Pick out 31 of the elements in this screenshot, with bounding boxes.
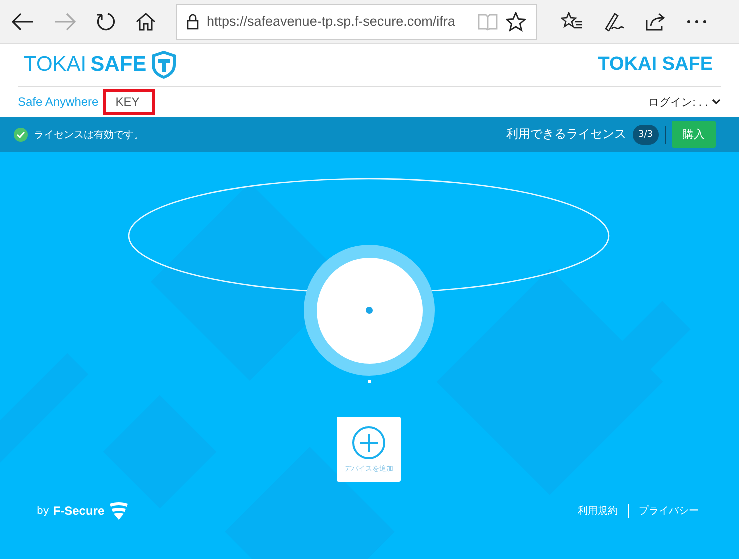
url-text: https://safeavenue-tp.sp.f-secure.com/ifra (207, 14, 456, 29)
plus-circle-icon (352, 426, 386, 460)
home-icon[interactable] (136, 12, 156, 32)
login-menu[interactable]: ログイン: . . (648, 94, 708, 110)
footer-link[interactable]: プライバシー (639, 504, 699, 518)
back-icon[interactable] (12, 12, 34, 30)
center-dot (366, 307, 373, 314)
license-count-badge: 3/3 (632, 124, 659, 144)
pen-icon[interactable] (603, 12, 625, 32)
nav-link[interactable]: KEY (102, 89, 155, 115)
buy-button[interactable]: 購入 (672, 121, 716, 148)
address-bar[interactable]: https://safeavenue-tp.sp.f-secure.com/ifra (176, 4, 537, 40)
logo-bold-text: SAFE (90, 53, 147, 77)
lock-icon (187, 14, 199, 30)
licenses-label: 利用できるライセンス (506, 126, 627, 143)
share-icon[interactable] (645, 12, 667, 32)
favorites-icon[interactable] (561, 12, 583, 32)
logo-text: TOKAI (24, 53, 87, 77)
license-status-text: ライセンスは有効です。 (34, 128, 144, 142)
nav-link[interactable]: Safe Anywhere (18, 91, 99, 113)
more-icon[interactable] (687, 18, 707, 24)
brand-name: F-Secure (53, 504, 105, 518)
shield-logo-icon (150, 50, 177, 80)
wifi-shield-logo-icon (108, 502, 129, 520)
star-icon[interactable] (506, 12, 526, 32)
footer-link[interactable]: 利用規約 (578, 504, 618, 518)
check-circle-icon (14, 128, 28, 142)
by-text: by (37, 506, 50, 516)
brand-title: TOKAI SAFE (598, 54, 713, 76)
chevron-down-icon[interactable] (712, 99, 721, 105)
refresh-icon[interactable] (96, 12, 116, 32)
